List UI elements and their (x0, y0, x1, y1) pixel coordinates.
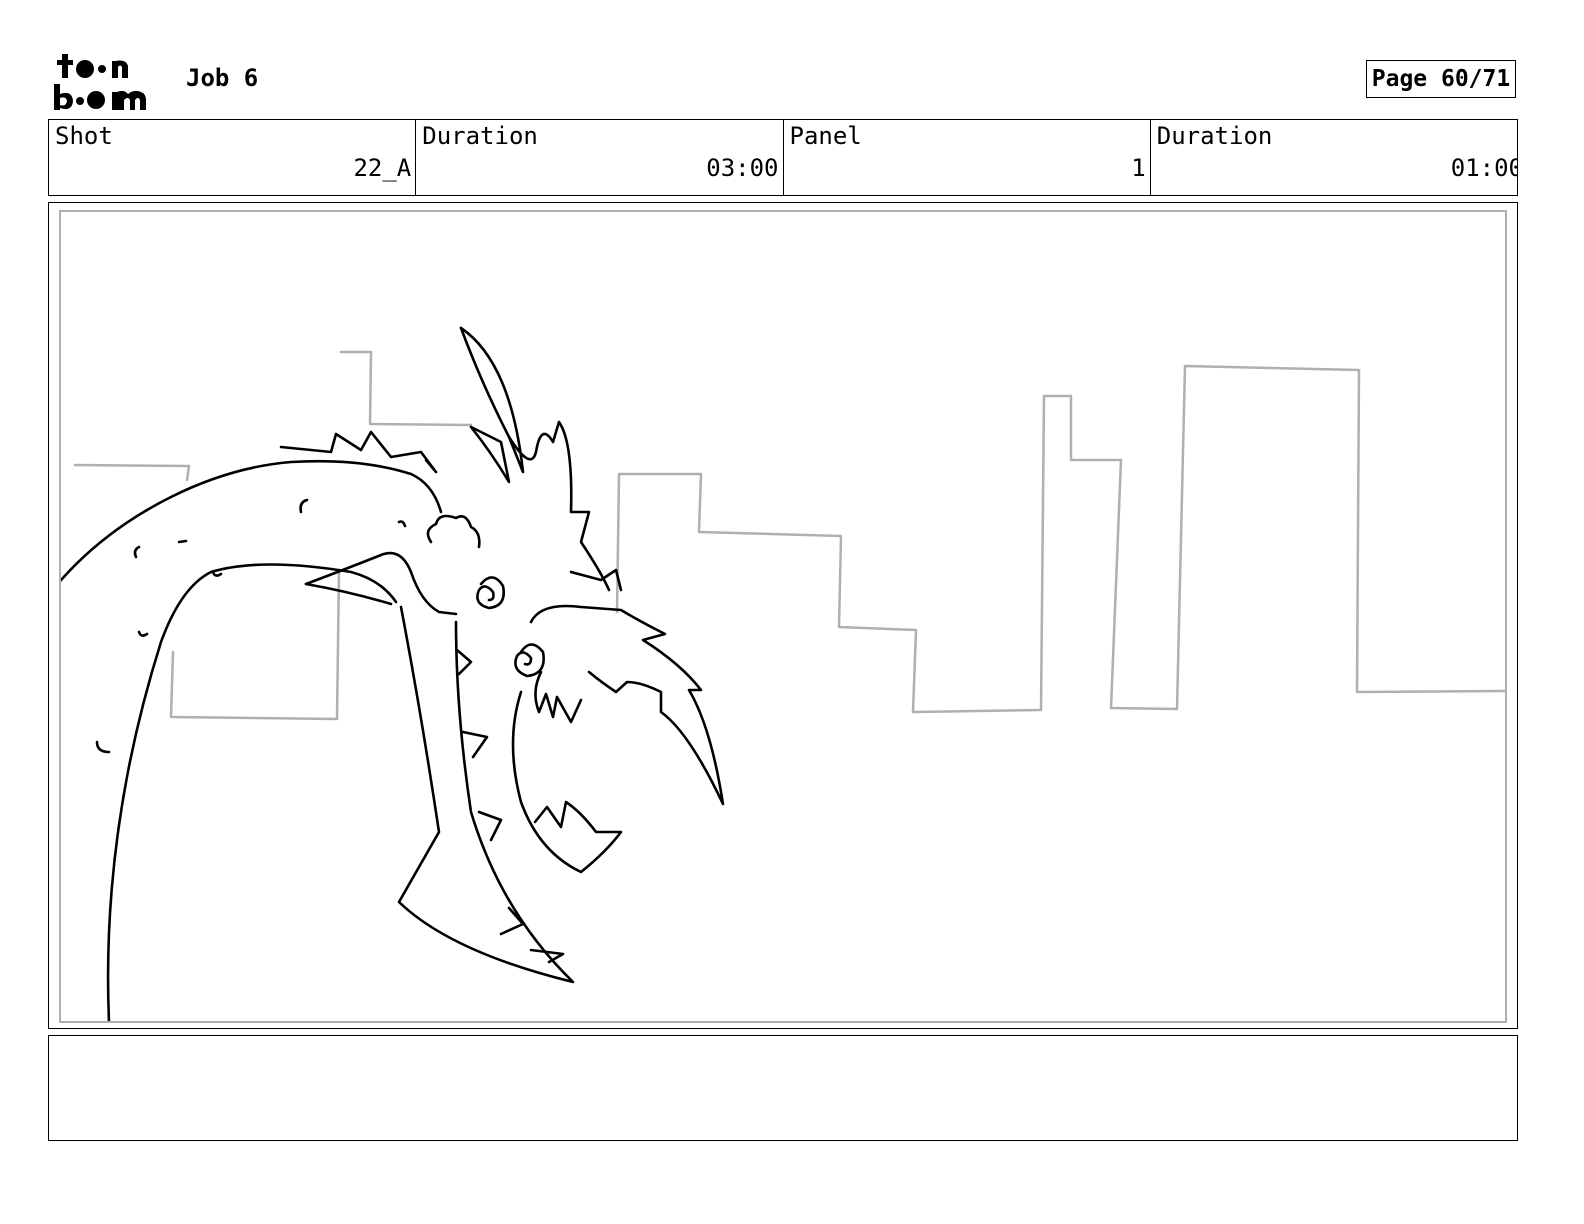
shot-value: 22_A (353, 154, 412, 182)
panel-value: 1 (1131, 154, 1146, 182)
panel-drawing (61, 326, 1505, 1021)
panel-duration-value: 01:00 (1450, 154, 1517, 182)
storyboard-panel (59, 210, 1507, 1023)
toon-boom-logo (52, 50, 164, 114)
shot-label: Shot (55, 122, 113, 150)
city-skyline (73, 350, 1505, 721)
character-sketch (61, 326, 725, 1021)
storyboard-panel-frame (48, 202, 1518, 1029)
panel-label: Panel (789, 122, 862, 150)
panel-cell: Panel 1 (784, 120, 1151, 195)
panel-duration-label: Duration (1156, 122, 1273, 150)
shot-cell: Shot 22_A (49, 120, 417, 195)
panel-notes-box (48, 1035, 1518, 1141)
shot-duration-label: Duration (422, 122, 538, 150)
page-number: Page 60/71 (1366, 60, 1516, 98)
job-title: Job 6 (186, 64, 259, 92)
toon-boom-logo-mark (54, 54, 146, 110)
shot-duration-cell: Duration 03:00 (416, 120, 784, 195)
shot-info-row: Shot 22_A Duration 03:00 Panel 1 Duratio… (48, 119, 1518, 196)
panel-duration-cell: Duration 01:00 (1151, 120, 1517, 195)
shot-duration-value: 03:00 (706, 154, 779, 182)
